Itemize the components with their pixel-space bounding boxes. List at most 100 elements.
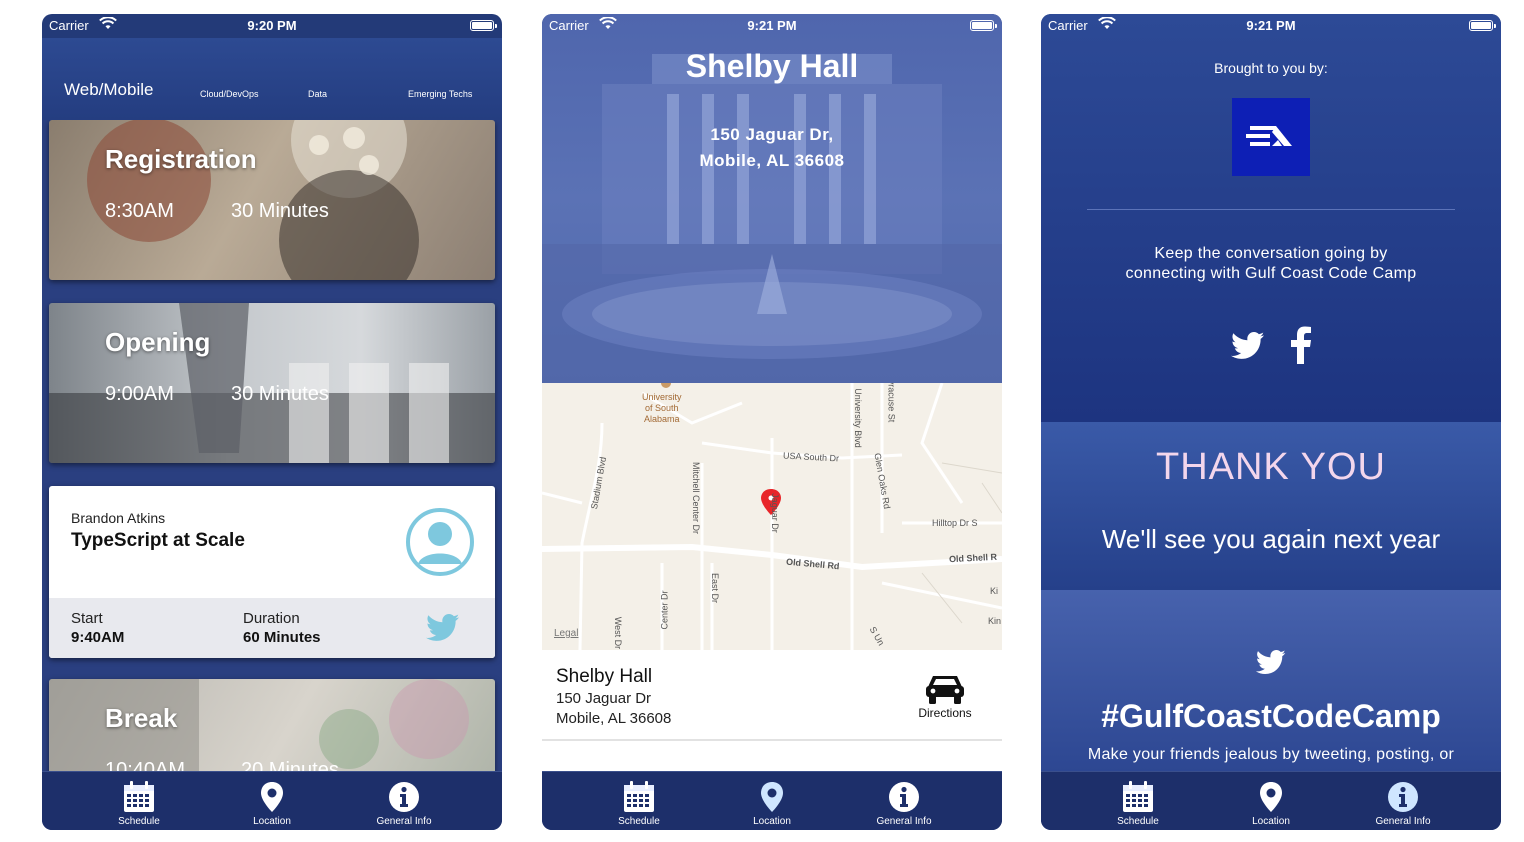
tab-location[interactable]: Location xyxy=(212,780,332,827)
venue-card: Shelby Hall 150 Jaguar Dr Mobile, AL 366… xyxy=(542,650,1002,772)
card-duration: 30 Minutes xyxy=(231,383,329,405)
duration-label: Duration xyxy=(243,610,300,627)
thank-you-heading: THANK YOU xyxy=(1155,446,1386,488)
map-label-east-dr: East Dr xyxy=(710,572,721,604)
map-label-syracuse-st: Syracuse St xyxy=(886,383,897,423)
status-bar: Carrier 9:21 PM xyxy=(542,14,1002,38)
twitter-icon[interactable] xyxy=(1231,332,1265,360)
session-title: TypeScript at Scale xyxy=(71,530,245,551)
clock: 9:21 PM xyxy=(747,18,797,33)
map-label-jaguar-dr: Jaguar Dr xyxy=(769,493,780,533)
clock: 9:21 PM xyxy=(1246,18,1296,33)
map-label-mitchell-center-dr: Mitchell Center Dr xyxy=(691,461,702,535)
card-time: 8:30AM xyxy=(105,200,174,222)
tab-label: Schedule xyxy=(618,816,660,827)
twitter-icon[interactable] xyxy=(426,614,460,642)
schedule-screen: Carrier 9:20 PM Web/Mobile Cloud/DevOps … xyxy=(42,14,502,830)
calendar-icon xyxy=(124,781,154,812)
venue-card-street: 150 Jaguar Dr xyxy=(556,690,652,707)
thank-you-section: THANK YOU We'll see you again next year xyxy=(1041,422,1501,590)
map-pin-icon xyxy=(761,782,783,812)
tab-bar: Schedule Location General Info xyxy=(542,771,1002,830)
status-bar: Carrier 9:21 PM xyxy=(1041,14,1501,38)
schedule-card-opening[interactable]: Opening 9:00AM 30 Minutes xyxy=(49,303,495,463)
tab-label: Location xyxy=(1252,816,1290,827)
keep-conversation-text: Keep the conversation going by connectin… xyxy=(1125,245,1417,282)
status-bar: Carrier 9:20 PM xyxy=(42,14,502,38)
tab-cloud-devops[interactable]: Cloud/DevOps xyxy=(200,89,259,99)
tab-web-mobile[interactable]: Web/Mobile xyxy=(64,80,153,100)
directions-label: Directions xyxy=(918,706,972,720)
tab-label: Schedule xyxy=(118,816,160,827)
tab-location[interactable]: Location xyxy=(1211,780,1331,827)
tab-general-info[interactable]: General Info xyxy=(844,780,964,827)
card-title: Break xyxy=(105,703,178,733)
schedule-list[interactable]: Registration 8:30AM 30 Minutes Opening 9… xyxy=(42,120,502,772)
map-label-university: University of South Alabama xyxy=(642,392,682,424)
tab-general-info[interactable]: General Info xyxy=(344,780,464,827)
map-legal-link[interactable]: Legal xyxy=(554,628,578,639)
battery-icon xyxy=(1469,20,1496,31)
speaker-name: Brandon Atkins xyxy=(71,510,166,526)
map-label-ki: Ki xyxy=(990,586,999,596)
sponsor-logo[interactable] xyxy=(1232,98,1310,176)
calendar-icon xyxy=(1123,781,1153,812)
tab-general-info[interactable]: General Info xyxy=(1343,780,1463,827)
session-card[interactable]: Brandon Atkins TypeScript at Scale Start… xyxy=(49,486,495,658)
calendar-icon xyxy=(624,781,654,812)
general-info-screen: Brought to you by: Keep the conversation… xyxy=(1041,14,1501,830)
sponsor-logo-mark xyxy=(1246,126,1292,146)
tab-label: General Info xyxy=(376,816,432,827)
tab-schedule[interactable]: Schedule xyxy=(1078,780,1198,827)
info-icon xyxy=(1388,782,1418,812)
map-label-center-dr: Center Dr xyxy=(659,590,670,630)
schedule-card-break[interactable]: Break 10:40AM 20 Minutes xyxy=(49,679,495,772)
start-value: 9:40AM xyxy=(71,629,125,646)
address-line-1: 150 Jaguar Dr, xyxy=(710,125,834,144)
tab-schedule[interactable]: Schedule xyxy=(79,780,199,827)
battery-icon xyxy=(970,20,997,31)
venue-address: 150 Jaguar Dr, Mobile, AL 36608 xyxy=(542,122,1002,174)
tab-data[interactable]: Data xyxy=(308,89,327,99)
tab-location[interactable]: Location xyxy=(712,780,832,827)
tab-bar: Schedule Location General Info xyxy=(42,771,502,830)
tab-label: General Info xyxy=(1375,816,1431,827)
tab-label: General Info xyxy=(876,816,932,827)
session-details: Start 9:40AM Duration 60 Minutes xyxy=(49,598,495,658)
tab-label: Location xyxy=(753,816,791,827)
car-icon xyxy=(926,676,964,704)
venue-card-name: Shelby Hall xyxy=(556,666,653,687)
divider xyxy=(542,739,1002,741)
directions-button[interactable]: Directions xyxy=(902,670,988,730)
venue-card-city: Mobile, AL 36608 xyxy=(556,710,672,727)
divider xyxy=(1087,209,1455,210)
clock: 9:20 PM xyxy=(247,18,297,33)
map-label-hilltop-dr-s: Hilltop Dr S xyxy=(932,518,978,528)
tab-label: Location xyxy=(253,816,291,827)
brought-by-label: Brought to you by: xyxy=(1214,60,1328,76)
venue-hero: Carrier 9:21 PM Shelby Hall 150 Jaguar D… xyxy=(542,14,1002,383)
hashtag-section: #GulfCoastCodeCamp Make your friends jea… xyxy=(1041,590,1501,772)
map-pin-icon xyxy=(261,782,283,812)
info-icon xyxy=(889,782,919,812)
tab-schedule[interactable]: Schedule xyxy=(579,780,699,827)
avatar-placeholder-icon[interactable] xyxy=(406,508,474,576)
schedule-card-registration[interactable]: Registration 8:30AM 30 Minutes xyxy=(49,120,495,280)
map-pin-icon xyxy=(1260,782,1282,812)
card-title: Registration xyxy=(105,144,257,174)
venue-title: Shelby Hall xyxy=(685,48,859,84)
facebook-icon[interactable] xyxy=(1290,326,1312,364)
sponsor-section: Brought to you by: Keep the conversation… xyxy=(1041,14,1501,422)
category-tabs: Web/Mobile Cloud/DevOps Data Emerging Te… xyxy=(42,38,502,120)
location-screen: Carrier 9:21 PM Shelby Hall 150 Jaguar D… xyxy=(542,14,1002,830)
card-duration: 30 Minutes xyxy=(231,200,329,222)
map-view[interactable]: University of South Alabama USA South Dr… xyxy=(542,383,1002,650)
twitter-icon[interactable] xyxy=(1256,650,1286,675)
tab-label: Schedule xyxy=(1117,816,1159,827)
tab-emerging-techs[interactable]: Emerging Techs xyxy=(408,89,472,99)
friends-text: Make your friends jealous by tweeting, p… xyxy=(1087,746,1455,763)
card-title: Opening xyxy=(105,327,211,357)
duration-value: 60 Minutes xyxy=(243,629,321,646)
card-time: 9:00AM xyxy=(105,383,174,405)
map-label-west-dr: West Dr xyxy=(613,616,624,650)
